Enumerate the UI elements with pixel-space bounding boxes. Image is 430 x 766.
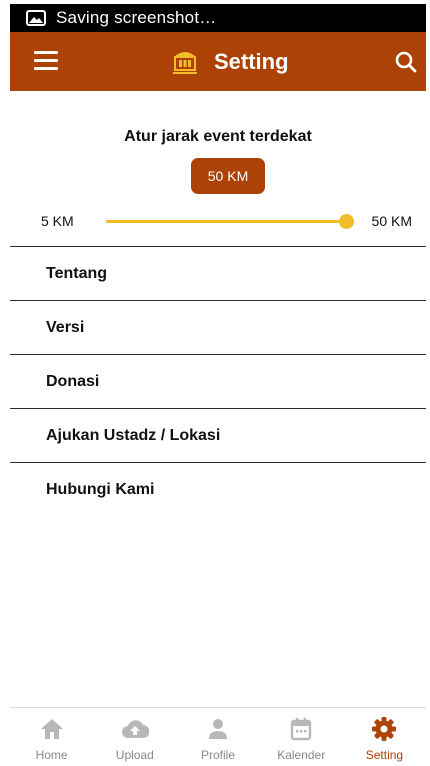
search-icon[interactable]	[394, 50, 418, 74]
nav-item-upload[interactable]: Upload	[93, 708, 176, 766]
nav-label: Profile	[201, 748, 236, 762]
image-icon	[26, 10, 46, 26]
distance-slider[interactable]	[106, 211, 354, 231]
cloud-upload-icon	[121, 716, 149, 742]
nav-item-setting[interactable]: Setting	[343, 708, 426, 766]
status-bar: Saving screenshot…	[10, 4, 426, 32]
menu-icon[interactable]	[34, 51, 58, 71]
home-icon	[40, 716, 64, 742]
nav-label: Setting	[365, 748, 404, 762]
menu-item-hubungi-kami[interactable]: Hubungi Kami	[10, 462, 426, 516]
app-bar-title-group: Setting	[170, 44, 289, 80]
bottom-nav: Home Upload Profile Kalender Setting	[10, 707, 426, 766]
gear-icon	[371, 716, 397, 742]
nav-item-kalender[interactable]: Kalender	[260, 708, 343, 766]
slider-fill	[106, 220, 346, 223]
calendar-icon	[290, 716, 312, 742]
nav-label: Home	[35, 748, 68, 762]
person-icon	[207, 716, 229, 742]
menu-item-ajukan[interactable]: Ajukan Ustadz / Lokasi	[10, 408, 426, 462]
range-min-label: 5 KM	[41, 213, 74, 229]
menu-item-donasi[interactable]: Donasi	[10, 354, 426, 408]
menu-item-tentang[interactable]: Tentang	[10, 246, 426, 300]
mosque-logo	[170, 45, 200, 79]
app-bar: Setting	[10, 32, 426, 91]
nav-label: Upload	[115, 748, 154, 762]
status-text: Saving screenshot…	[56, 8, 217, 27]
page-title: Setting	[214, 49, 289, 74]
nav-label: Kalender	[277, 748, 326, 762]
nav-item-home[interactable]: Home	[10, 708, 93, 766]
settings-menu: Tentang Versi Donasi Ajukan Ustadz / Lok…	[10, 246, 426, 516]
menu-item-versi[interactable]: Versi	[10, 300, 426, 354]
distance-title: Atur jarak event terdekat	[124, 128, 312, 145]
distance-value-badge: 50 KM	[191, 158, 265, 194]
slider-thumb[interactable]	[339, 214, 354, 229]
range-max-label: 50 KM	[371, 213, 412, 229]
nav-item-profile[interactable]: Profile	[176, 708, 259, 766]
